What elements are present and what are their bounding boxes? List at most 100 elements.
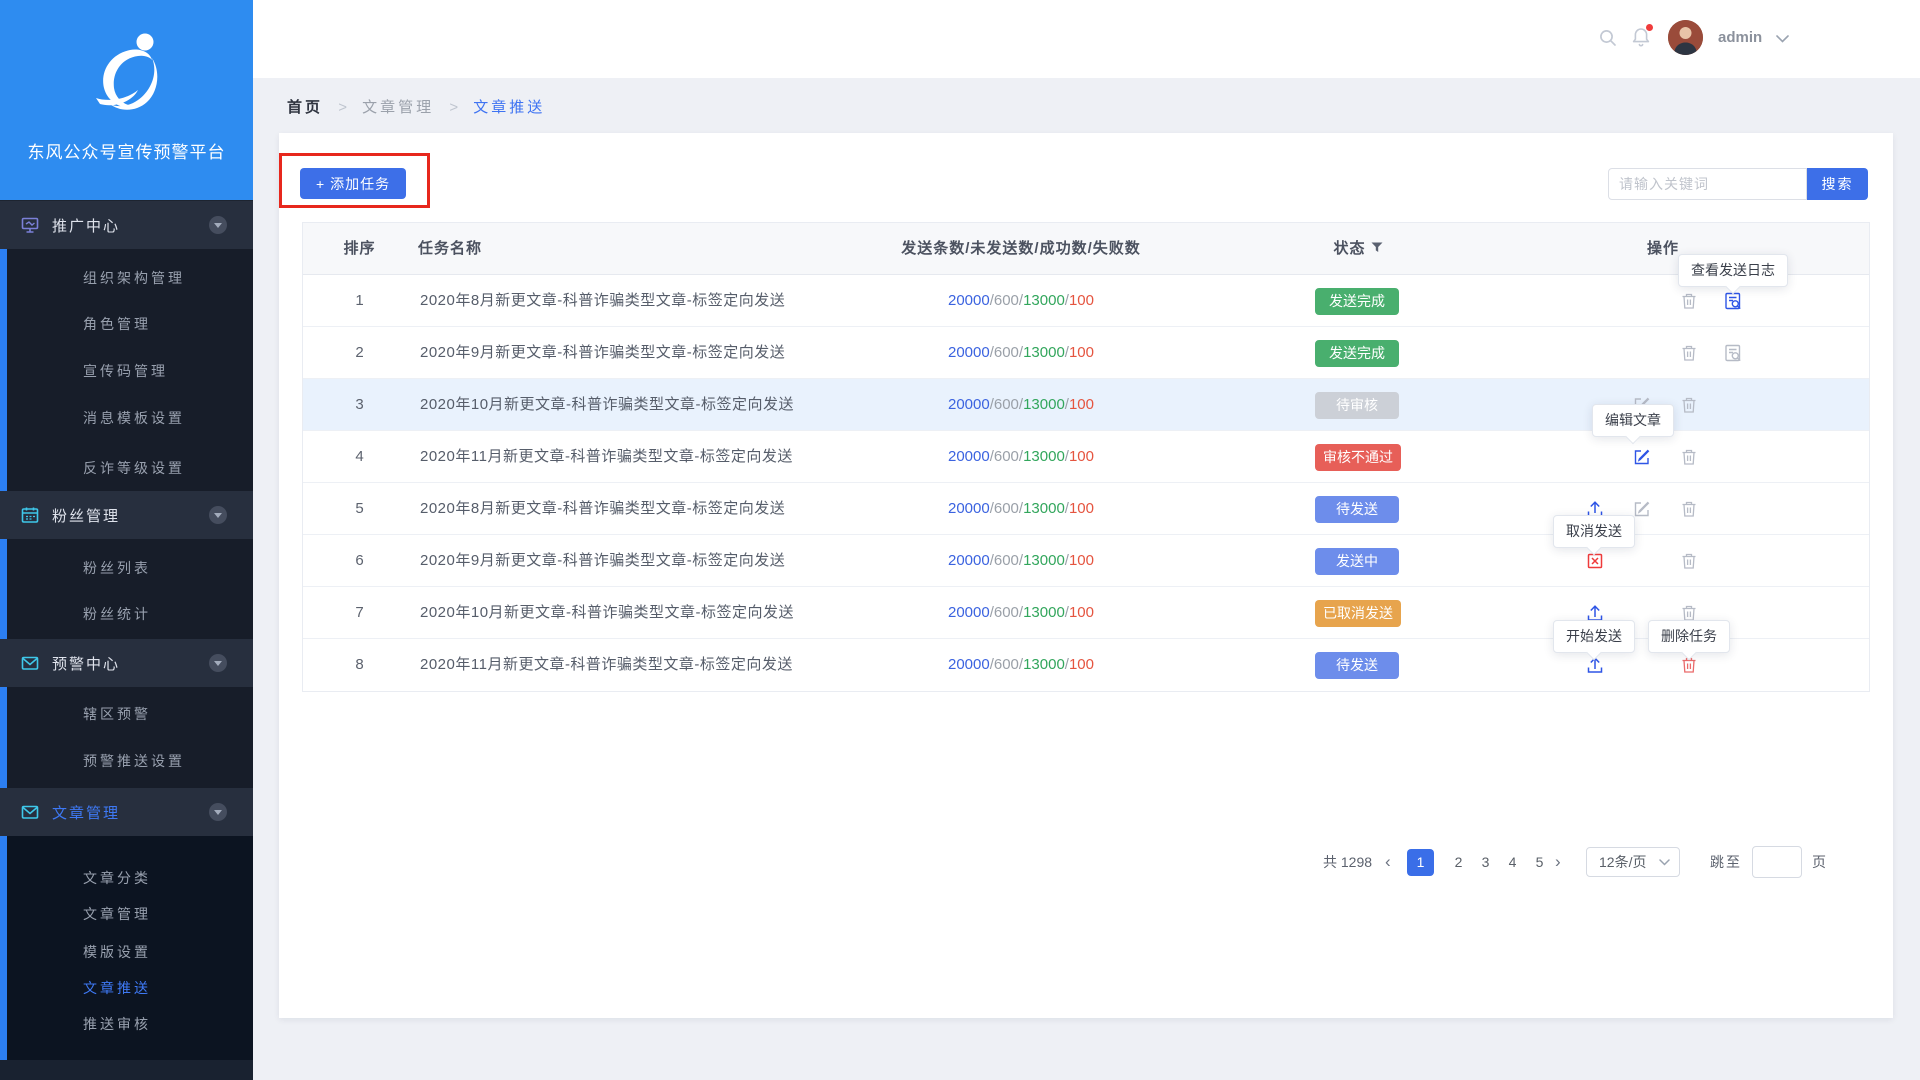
send-counts: 20000/600/13000/100 [861,639,1181,691]
pagination-page-5[interactable]: 5 [1526,846,1553,878]
delete-icon[interactable] [1679,343,1699,363]
status-badge: 发送中 [1315,548,1399,575]
jump-page-input[interactable] [1752,846,1802,878]
sidebar-item-文章分类[interactable]: 文章分类 [83,868,151,888]
tooltip: 取消发送 [1553,515,1635,548]
search-input[interactable] [1608,168,1807,200]
pagination: 共 1298 ‹ 12345 › 12条/页 跳至 页 [279,846,1893,878]
send-counts: 20000/600/13000/100 [861,431,1181,483]
breadcrumb: 首页 > 文章管理 > 文章推送 [287,96,545,117]
pagination-page-1[interactable]: 1 [1407,849,1434,876]
submenu-accent-strip [0,249,7,491]
col-header-counts: 发送条数/未发送数/成功数/失败数 [861,223,1181,275]
row-order: 8 [303,639,416,691]
sidebar-group-3[interactable]: 文章管理 [0,788,253,836]
delete-icon[interactable] [1679,551,1699,571]
send-counts: 20000/600/13000/100 [861,483,1181,535]
sidebar-item-粉丝列表[interactable]: 粉丝列表 [83,558,151,578]
task-name: 2020年9月新更文章-科普诈骗类型文章-标签定向发送 [420,535,785,587]
sidebar-item-反诈等级设置[interactable]: 反诈等级设置 [83,458,185,478]
task-name: 2020年11月新更文章-科普诈骗类型文章-标签定向发送 [420,639,793,691]
breadcrumb-separator: > [338,99,347,116]
sidebar-item-粉丝统计[interactable]: 粉丝统计 [83,604,151,624]
content-card: + 添加任务 搜索 排序 任务名称 发送条数/未发送数/成功数/失败数 状态 操… [279,133,1893,1018]
mail-icon [21,803,39,821]
breadcrumb-bar: 首页 > 文章管理 > 文章推送 [253,78,1920,133]
search-button[interactable]: 搜索 [1807,168,1868,200]
pagination-page-3[interactable]: 3 [1472,846,1499,878]
submenu-accent-strip [0,687,7,788]
sidebar-item-预警推送设置[interactable]: 预警推送设置 [83,751,185,771]
task-table: 排序 任务名称 发送条数/未发送数/成功数/失败数 状态 操作 1 2020年8… [302,222,1870,692]
sidebar-group-1[interactable]: 粉丝管理 [0,491,253,539]
sidebar-group-label: 推广中心 [52,215,120,236]
view-log-icon[interactable] [1723,343,1743,363]
collapse-toggle-icon[interactable] [209,506,227,524]
sidebar-submenu: 辖区预警预警推送设置 [0,687,253,788]
collapse-toggle-icon[interactable] [209,654,227,672]
edit-icon[interactable] [1632,499,1652,519]
jump-to-label: 跳至 [1710,846,1742,878]
screen: 东风公众号宣传预警平台 推广中心 组织架构管理角色管理宣传码管理消息模板设置反诈… [0,0,1920,1080]
collapse-toggle-icon[interactable] [209,216,227,234]
delete-icon[interactable] [1679,447,1699,467]
username-label[interactable]: admin [1718,29,1762,46]
table-row[interactable]: 1 2020年8月新更文章-科普诈骗类型文章-标签定向发送 20000/600/… [303,275,1869,327]
edit-icon[interactable] [1632,447,1652,467]
send-counts: 20000/600/13000/100 [861,379,1181,431]
task-name: 2020年8月新更文章-科普诈骗类型文章-标签定向发送 [420,483,785,535]
sidebar-submenu: 组织架构管理角色管理宣传码管理消息模板设置反诈等级设置 [0,249,253,491]
collapse-toggle-icon[interactable] [209,803,227,821]
sidebar-group-2[interactable]: 预警中心 [0,639,253,687]
funnel-icon[interactable] [1371,242,1383,253]
col-header-order: 排序 [303,223,416,275]
sidebar-group-label: 粉丝管理 [52,505,120,526]
sidebar-item-消息模板设置[interactable]: 消息模板设置 [83,408,185,428]
tooltip: 查看发送日志 [1678,254,1788,287]
task-name: 2020年10月新更文章-科普诈骗类型文章-标签定向发送 [420,379,794,431]
tooltip: 删除任务 [1648,620,1730,653]
pagination-next-icon[interactable]: › [1555,846,1561,878]
sidebar-item-文章管理[interactable]: 文章管理 [83,904,151,924]
table-row[interactable]: 2 2020年9月新更文章-科普诈骗类型文章-标签定向发送 20000/600/… [303,327,1869,379]
topbar: admin [253,0,1920,78]
sidebar-item-辖区预警[interactable]: 辖区预警 [83,704,151,724]
submenu-accent-strip [0,836,7,1060]
sidebar-item-模版设置[interactable]: 模版设置 [83,942,151,962]
sidebar-item-文章推送[interactable]: 文章推送 [83,978,151,998]
row-order: 7 [303,587,416,639]
breadcrumb-home[interactable]: 首页 [287,99,323,116]
board-icon [21,216,39,234]
chevron-down-icon[interactable] [1776,35,1789,43]
delete-icon[interactable] [1679,291,1699,311]
col-header-status: 状态 [1273,223,1443,275]
status-badge: 待审核 [1315,392,1399,419]
pagination-page-2[interactable]: 2 [1445,846,1472,878]
sidebar-item-角色管理[interactable]: 角色管理 [83,314,151,334]
pagination-page-4[interactable]: 4 [1499,846,1526,878]
row-order: 2 [303,327,416,379]
sidebar-group-label: 文章管理 [52,802,120,823]
breadcrumb-separator: > [449,99,458,116]
pagination-prev-icon[interactable]: ‹ [1385,846,1391,878]
sidebar-item-宣传码管理[interactable]: 宣传码管理 [83,361,168,381]
page-suffix-label: 页 [1812,846,1826,878]
delete-icon[interactable] [1679,499,1699,519]
add-task-button[interactable]: + 添加任务 [300,168,406,199]
sidebar-item-组织架构管理[interactable]: 组织架构管理 [83,268,185,288]
status-badge: 发送完成 [1315,288,1399,315]
sidebar-item-推送审核[interactable]: 推送审核 [83,1014,151,1034]
avatar[interactable] [1668,20,1703,55]
breadcrumb-article-mgmt[interactable]: 文章管理 [362,99,434,116]
delete-icon[interactable] [1679,395,1699,415]
submenu-accent-strip [0,539,7,639]
calendar-icon [21,506,39,524]
search-icon[interactable] [1598,28,1618,48]
row-order: 6 [303,535,416,587]
sidebar-group-0[interactable]: 推广中心 [0,201,253,249]
sidebar-group-label: 预警中心 [52,653,120,674]
send-counts: 20000/600/13000/100 [861,535,1181,587]
task-name: 2020年8月新更文章-科普诈骗类型文章-标签定向发送 [420,275,785,327]
page-size-select[interactable]: 12条/页 [1586,847,1680,877]
task-name: 2020年11月新更文章-科普诈骗类型文章-标签定向发送 [420,431,793,483]
